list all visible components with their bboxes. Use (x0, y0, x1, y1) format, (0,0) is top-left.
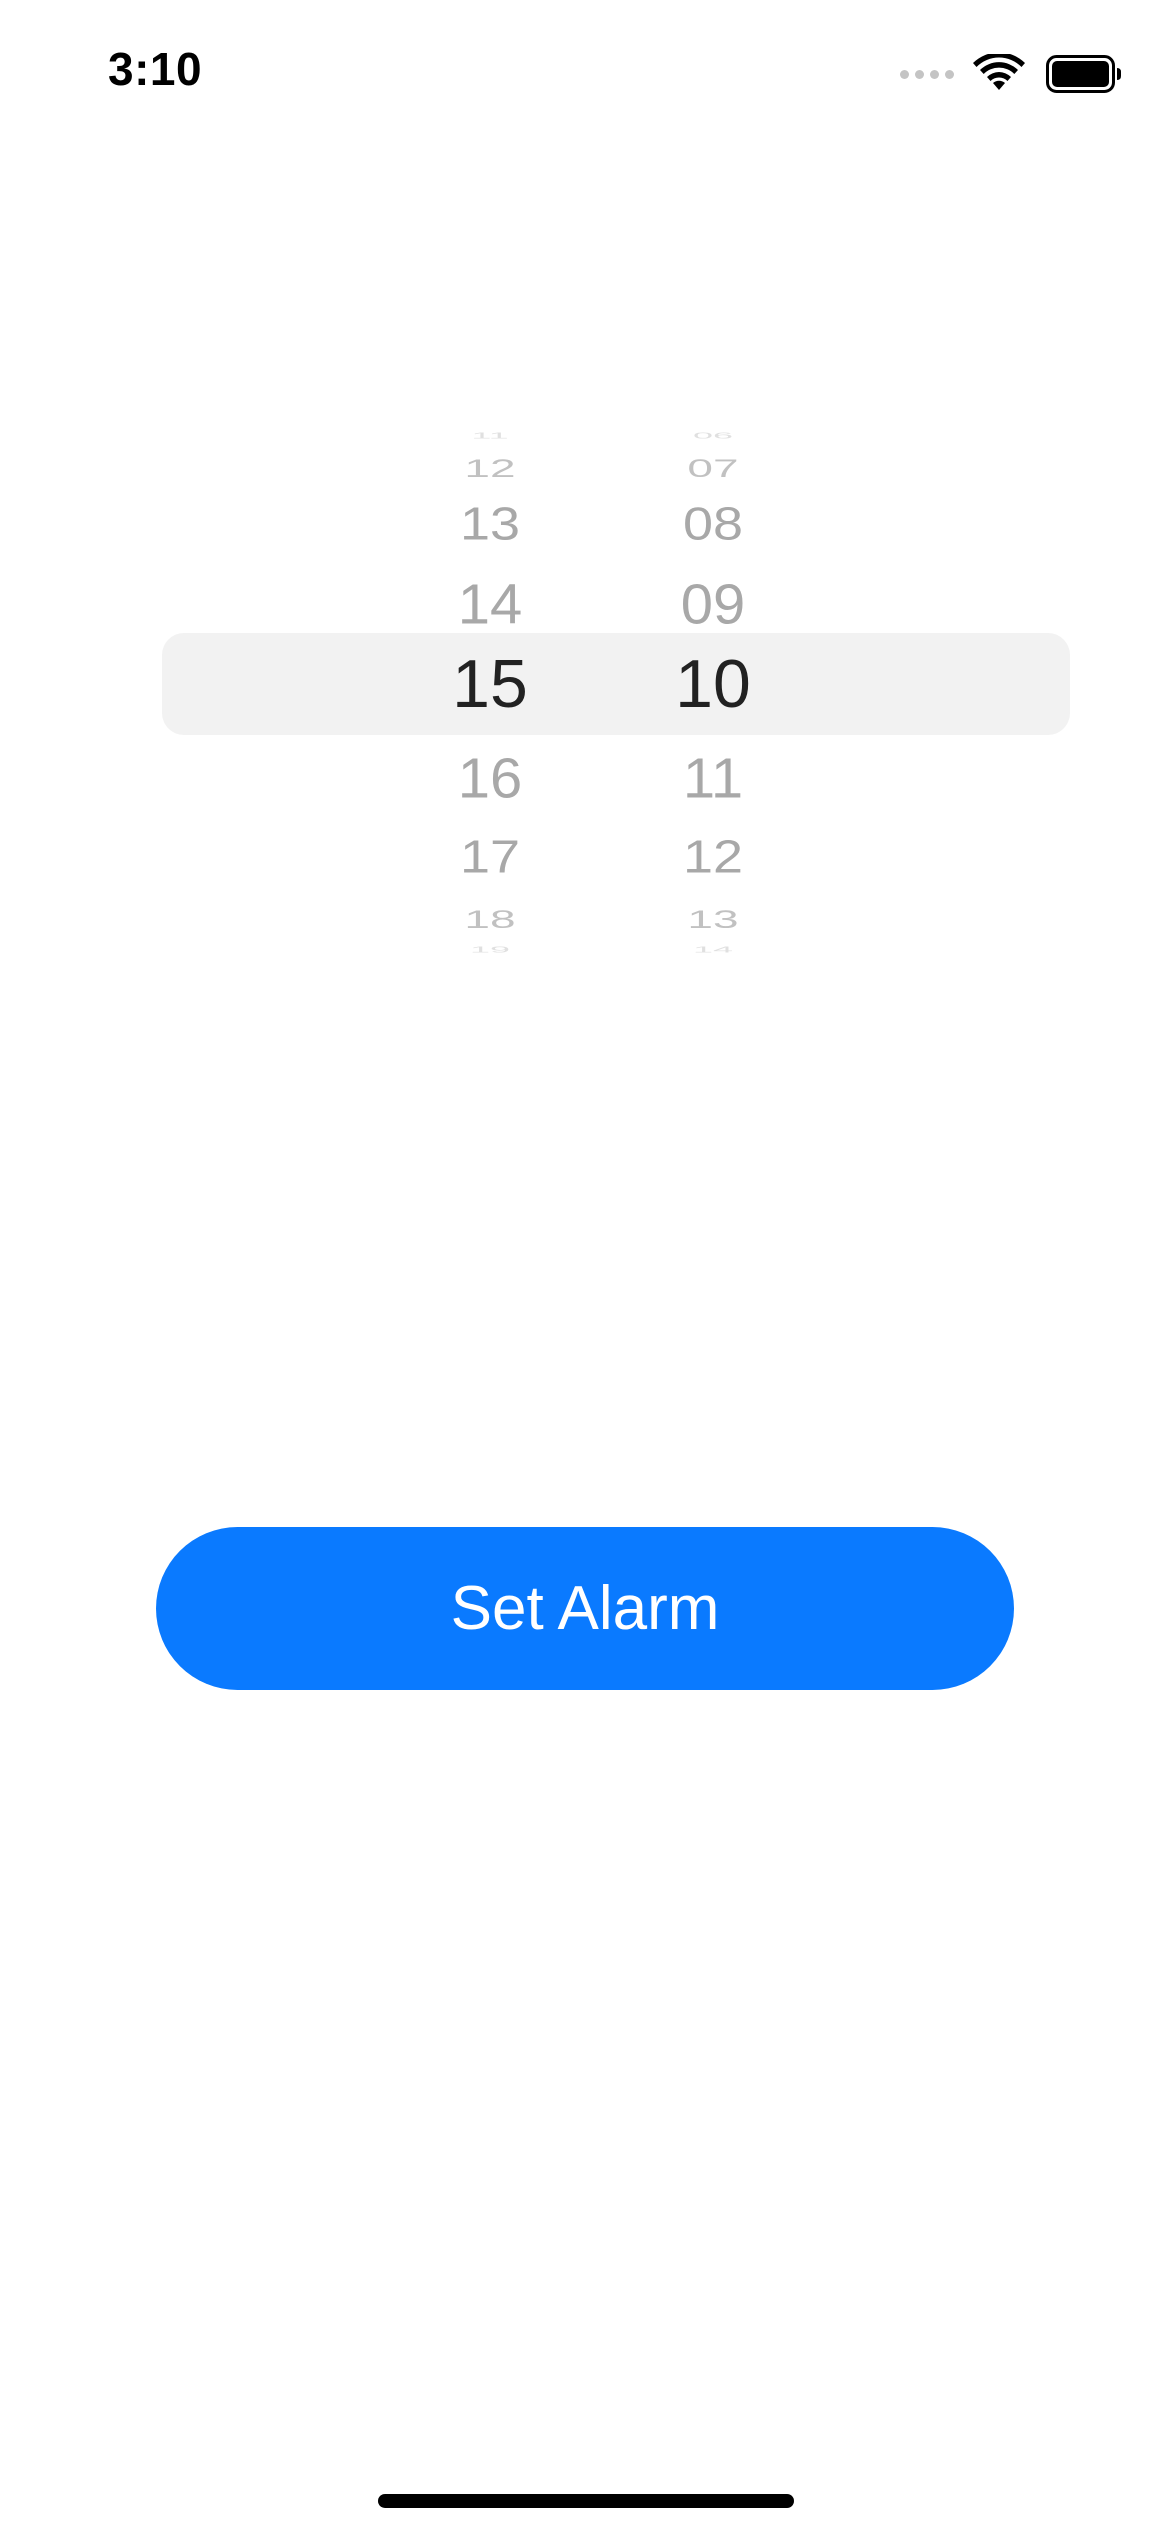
minute-option[interactable]: 13 (633, 906, 793, 931)
minute-option-selected[interactable]: 10 (633, 650, 793, 718)
status-time: 3:10 (108, 43, 203, 95)
status-icons (900, 52, 1122, 96)
picker-selection-band (162, 633, 1070, 735)
hour-option[interactable]: 19 (410, 946, 570, 954)
minute-option[interactable]: 06 (633, 432, 793, 440)
minute-option[interactable]: 14 (633, 946, 793, 954)
minute-option[interactable]: 12 (633, 834, 793, 880)
home-indicator (378, 2494, 794, 2508)
hour-option[interactable]: 13 (410, 501, 570, 547)
battery-icon (1046, 55, 1121, 93)
hour-option[interactable]: 11 (410, 432, 570, 440)
hour-option[interactable]: 12 (410, 455, 570, 480)
hour-option-selected[interactable]: 15 (410, 650, 570, 718)
minute-option[interactable]: 08 (633, 501, 793, 547)
hour-option[interactable]: 16 (410, 750, 570, 807)
minute-picker-column[interactable]: 06 07 08 09 10 11 12 13 14 (633, 400, 793, 960)
minute-option[interactable]: 11 (633, 750, 793, 807)
hour-option[interactable]: 18 (410, 906, 570, 931)
hour-option[interactable]: 14 (410, 576, 570, 633)
set-alarm-button[interactable]: Set Alarm (156, 1527, 1014, 1690)
time-picker[interactable]: 11 12 13 14 15 16 17 18 19 06 07 08 09 1… (0, 400, 1170, 960)
wifi-icon (973, 54, 1025, 90)
signal-icon (900, 69, 954, 79)
hour-option[interactable]: 17 (410, 834, 570, 880)
hour-picker-column[interactable]: 11 12 13 14 15 16 17 18 19 (410, 400, 570, 960)
minute-option[interactable]: 07 (633, 455, 793, 480)
minute-option[interactable]: 09 (633, 576, 793, 633)
